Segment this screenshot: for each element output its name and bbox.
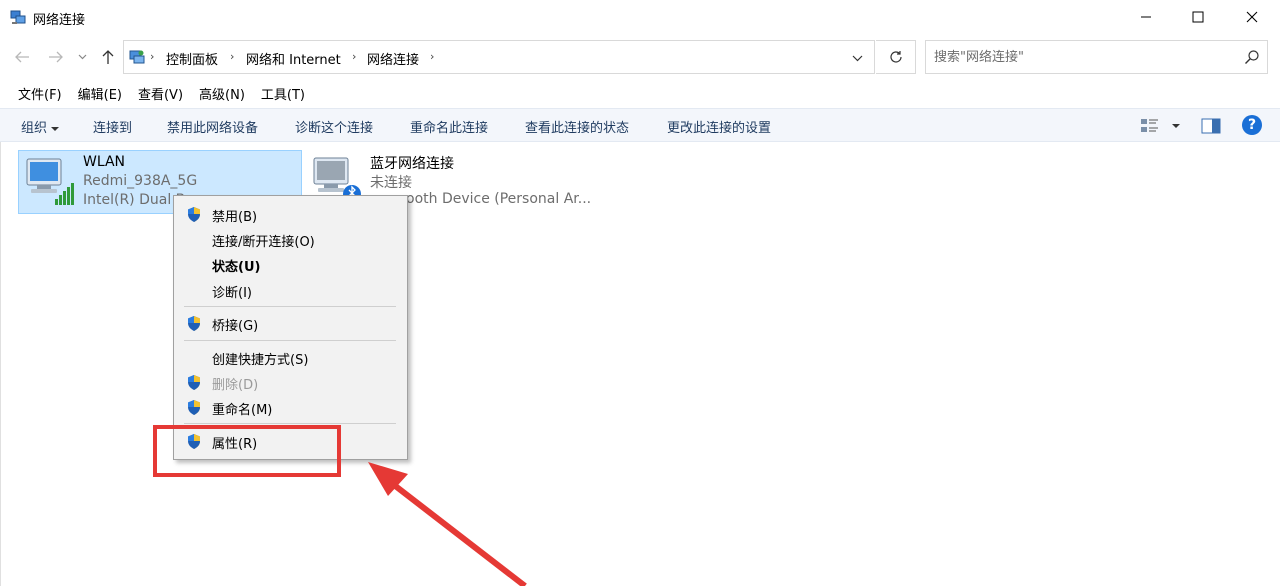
- command-bar: 组织 连接到 禁用此网络设备 诊断这个连接 重命名此连接 查看此连接的状态 更改…: [0, 108, 1280, 142]
- menu-bar: 文件(F) 编辑(E) 查看(V) 高级(N) 工具(T): [10, 80, 1270, 106]
- maximize-icon: [1192, 11, 1204, 23]
- arrow-up-icon: [102, 50, 114, 64]
- menu-edit[interactable]: 编辑(E): [70, 80, 130, 106]
- ctx-label: 桥接(G): [212, 319, 259, 334]
- breadcrumb-network-internet[interactable]: 网络和 Internet: [246, 49, 341, 68]
- menu-tools[interactable]: 工具(T): [253, 80, 313, 106]
- annotation-highlight-box: [153, 425, 341, 477]
- ctx-item-create-shortcut[interactable]: 创建快捷方式(S): [174, 345, 407, 369]
- organize-button[interactable]: 组织: [21, 117, 60, 136]
- recent-locations-button[interactable]: [73, 44, 91, 70]
- uac-shield-icon: [188, 207, 200, 222]
- menu-advanced[interactable]: 高级(N): [191, 80, 253, 106]
- caret-down-icon: [1172, 124, 1180, 128]
- connection-device: Intel(R) Dual B: [83, 192, 186, 208]
- minimize-icon: [1141, 16, 1151, 18]
- help-icon[interactable]: ?: [1242, 115, 1262, 135]
- ctx-label: 删除(D): [212, 378, 259, 393]
- preview-pane-icon[interactable]: [1201, 118, 1221, 134]
- ctx-label: 创建快捷方式(S): [212, 353, 309, 368]
- breadcrumb-separator: ›: [230, 50, 235, 63]
- connect-to-button[interactable]: 连接到: [93, 117, 132, 136]
- address-dropdown-button[interactable]: [846, 49, 868, 67]
- ctx-label: 重命名(M): [212, 403, 273, 418]
- caret-down-icon: [51, 126, 60, 131]
- up-button[interactable]: [96, 44, 120, 70]
- search-icon: [1245, 50, 1259, 64]
- rename-connection-button[interactable]: 重命名此连接: [410, 117, 488, 136]
- ctx-label: 诊断(I): [212, 286, 252, 301]
- back-button[interactable]: [10, 44, 34, 70]
- ctx-label: 连接/断开连接(O): [212, 235, 315, 250]
- connection-name: 蓝牙网络连接: [370, 156, 454, 172]
- breadcrumb-separator: ›: [150, 50, 155, 63]
- close-button[interactable]: [1226, 0, 1278, 34]
- forward-button[interactable]: [44, 44, 68, 70]
- change-settings-button[interactable]: 更改此连接的设置: [667, 117, 771, 136]
- menu-view[interactable]: 查看(V): [130, 80, 191, 106]
- ctx-item-rename[interactable]: 重命名(M): [174, 395, 407, 419]
- ctx-separator: [184, 340, 396, 341]
- search-box[interactable]: [925, 40, 1268, 74]
- diagnose-connection-button[interactable]: 诊断这个连接: [295, 117, 373, 136]
- close-icon: [1246, 11, 1258, 23]
- uac-shield-icon: [188, 316, 200, 331]
- address-bar[interactable]: › 控制面板 › 网络和 Internet › 网络连接 ›: [123, 40, 875, 74]
- chevron-down-icon: [78, 54, 86, 60]
- disable-device-button[interactable]: 禁用此网络设备: [167, 117, 258, 136]
- uac-shield-icon: [188, 375, 200, 390]
- uac-shield-icon: [188, 400, 200, 415]
- title-bar: 网络连接: [0, 0, 1280, 36]
- view-status-button[interactable]: 查看此连接的状态: [525, 117, 629, 136]
- control-panel-icon: [129, 50, 145, 64]
- ctx-item-bridge[interactable]: 桥接(G): [174, 311, 407, 335]
- ctx-separator: [184, 306, 396, 307]
- search-input[interactable]: [934, 47, 1234, 67]
- context-menu: 禁用(B) 连接/断开连接(O) 状态(U) 诊断(I) 桥接(G) 创建快捷方…: [173, 195, 408, 460]
- ctx-item-diagnose[interactable]: 诊断(I): [174, 278, 407, 302]
- network-connections-icon: [10, 10, 26, 24]
- connection-name: WLAN: [83, 154, 126, 170]
- breadcrumb-network-connections[interactable]: 网络连接: [367, 49, 419, 68]
- menu-file[interactable]: 文件(F): [10, 80, 70, 106]
- minimize-button[interactable]: [1120, 0, 1172, 34]
- breadcrumb-separator: ›: [430, 50, 435, 63]
- ctx-item-delete: 删除(D): [174, 370, 407, 394]
- breadcrumb-separator: ›: [352, 50, 357, 63]
- connection-device: ooth Device (Personal Ar...: [406, 191, 592, 207]
- ctx-item-disable[interactable]: 禁用(B): [174, 202, 407, 226]
- chevron-down-icon: [852, 55, 862, 61]
- ctx-label: 状态(U): [212, 260, 261, 275]
- ctx-item-status[interactable]: 状态(U): [174, 252, 407, 276]
- change-view-icon[interactable]: [1140, 117, 1160, 135]
- arrow-right-icon: [49, 51, 63, 63]
- maximize-button[interactable]: [1172, 0, 1224, 34]
- refresh-button[interactable]: [876, 40, 916, 74]
- ctx-item-connect-disconnect[interactable]: 连接/断开连接(O): [174, 227, 407, 251]
- connection-status: 未连接: [370, 175, 412, 191]
- arrow-left-icon: [15, 51, 29, 63]
- address-row: › 控制面板 › 网络和 Internet › 网络连接 ›: [0, 36, 1280, 78]
- ctx-label: 禁用(B): [212, 210, 258, 225]
- organize-label: 组织: [21, 121, 48, 136]
- view-options-button[interactable]: [1168, 119, 1180, 133]
- window-title: 网络连接: [33, 13, 86, 28]
- connection-network: Redmi_938A_5G: [83, 173, 198, 189]
- ctx-separator: [184, 423, 396, 424]
- breadcrumb-control-panel[interactable]: 控制面板: [166, 49, 218, 68]
- wireless-adapter-icon: [26, 158, 74, 205]
- refresh-icon: [889, 51, 902, 63]
